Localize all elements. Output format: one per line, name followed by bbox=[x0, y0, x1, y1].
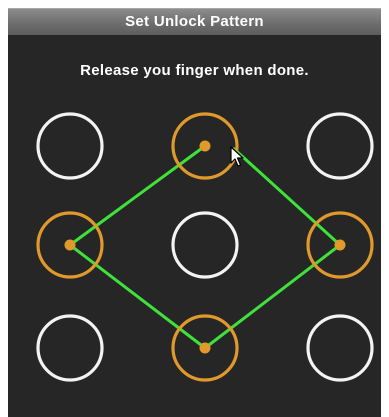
pattern-dot-7[interactable] bbox=[36, 314, 104, 382]
unlock-pattern-dialog: Set Unlock Pattern Release you finger wh… bbox=[0, 0, 389, 417]
pattern-line bbox=[231, 146, 342, 247]
pattern-dot-1[interactable] bbox=[36, 112, 104, 180]
pattern-dot-8[interactable] bbox=[171, 314, 239, 382]
pattern-dot-5[interactable] bbox=[171, 211, 239, 279]
pattern-grid[interactable] bbox=[0, 0, 389, 417]
pattern-line bbox=[69, 144, 206, 247]
pattern-dot-6[interactable] bbox=[306, 211, 374, 279]
pattern-line bbox=[204, 243, 341, 350]
pattern-dot-2[interactable] bbox=[171, 112, 239, 180]
pattern-connection-lines bbox=[69, 144, 342, 350]
pattern-line bbox=[69, 243, 206, 350]
pattern-dot-3[interactable] bbox=[306, 112, 374, 180]
mouse-pointer-icon bbox=[230, 146, 244, 167]
pattern-dot-4[interactable] bbox=[36, 211, 104, 279]
pattern-dot-9[interactable] bbox=[306, 314, 374, 382]
